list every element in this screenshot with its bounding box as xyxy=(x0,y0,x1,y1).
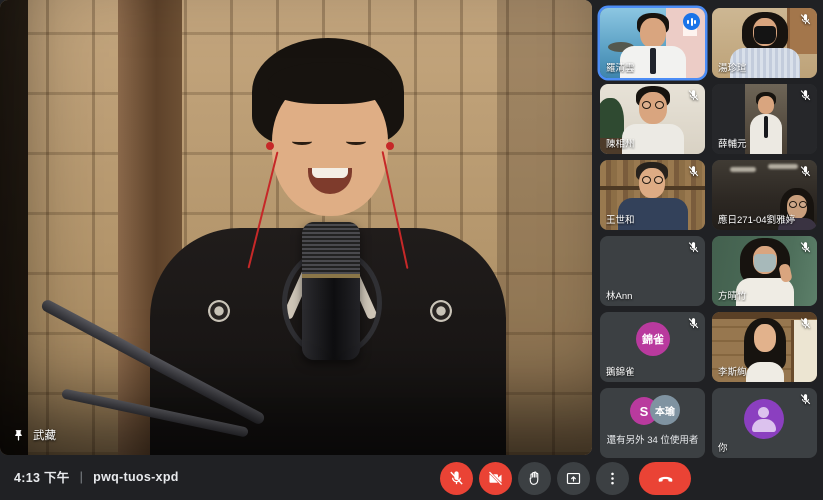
present-to-screen-icon xyxy=(565,470,582,487)
mic-off-icon xyxy=(799,89,812,102)
person-face xyxy=(758,96,774,114)
glasses xyxy=(654,176,663,184)
phone-hangup-icon xyxy=(657,470,674,487)
more-options-button[interactable] xyxy=(596,462,629,495)
camera-toggle-button[interactable] xyxy=(479,462,512,495)
avatar: 本瑜 xyxy=(650,395,680,425)
person-face xyxy=(754,324,776,352)
hang-up-button[interactable] xyxy=(639,462,691,495)
participant-name: 鵝錦雀 xyxy=(606,364,685,378)
hand-icon xyxy=(526,470,543,487)
participant-name: 陳相州 xyxy=(606,136,685,150)
person-face xyxy=(640,18,666,48)
clock-time: 4:13 下午 xyxy=(14,467,70,486)
silhouette-body xyxy=(752,419,776,432)
participant-tile-6[interactable]: 應日271-04劉雅婷 xyxy=(712,160,817,230)
mic-off-icon xyxy=(799,393,812,406)
mic-off-icon xyxy=(799,13,812,26)
person-tie xyxy=(764,116,768,138)
camera-off-icon xyxy=(487,470,504,487)
mic-off-icon xyxy=(687,241,700,254)
mic-toggle-button[interactable] xyxy=(440,462,473,495)
person-avatar-icon xyxy=(744,399,784,439)
mic-off-icon xyxy=(448,470,465,487)
pin-icon xyxy=(12,429,25,442)
vertical-dots-icon xyxy=(604,470,621,487)
participant-name: 林Ann xyxy=(606,288,685,302)
face-mask xyxy=(754,254,776,272)
participant-name: 你 xyxy=(718,440,797,454)
face-mask xyxy=(754,26,776,44)
present-screen-button[interactable] xyxy=(557,462,590,495)
glasses xyxy=(642,101,651,109)
participant-tile-2[interactable]: 湯珍瑄 xyxy=(712,8,817,78)
participant-tile-4[interactable]: 薛輔元 xyxy=(712,84,817,154)
participant-name: 方晴竹 xyxy=(718,288,797,302)
mic-off-icon xyxy=(799,165,812,178)
participant-tile-8[interactable]: 方晴竹 xyxy=(712,236,817,306)
participant-tile-5[interactable]: 王世和 xyxy=(600,160,705,230)
mic-off-icon xyxy=(687,317,700,330)
call-controls xyxy=(440,462,691,495)
participant-name: 李斯絢 xyxy=(718,364,797,378)
mic-off-icon xyxy=(687,165,700,178)
audio-level-icon xyxy=(683,13,700,30)
participant-name: 湯珍瑄 xyxy=(718,60,797,74)
participant-name: 薛輔元 xyxy=(718,136,797,150)
glasses xyxy=(799,201,807,208)
avatar: 錦雀 xyxy=(636,322,670,356)
meeting-code: pwq-tuos-xpd xyxy=(93,470,179,484)
participant-tile-1[interactable]: 羅清雲 xyxy=(600,8,705,78)
status-separator: | xyxy=(80,470,84,484)
glasses xyxy=(642,176,651,184)
participant-name: 王世和 xyxy=(606,212,685,226)
more-participants-caption: 還有另外 34 位使用者 xyxy=(600,432,705,446)
silhouette-head xyxy=(758,407,769,418)
mic-off-icon xyxy=(799,317,812,330)
mic-off-icon xyxy=(799,241,812,254)
participant-tile-7[interactable]: 林Ann xyxy=(600,236,705,306)
participant-tile-9[interactable]: 錦雀 鵝錦雀 xyxy=(600,312,705,382)
main-video-name-chip: 武藏 xyxy=(12,427,56,443)
more-participants-tile[interactable]: S 本瑜 還有另外 34 位使用者 xyxy=(600,388,705,458)
participant-name: 應日271-04劉雅婷 xyxy=(718,212,797,226)
scene-vignette xyxy=(0,0,592,455)
meet-window: { "app": { "kind": "video-conference" },… xyxy=(0,0,823,500)
main-video-tile[interactable]: 武藏 xyxy=(0,0,592,455)
scene-ceiling-light xyxy=(768,164,798,169)
scene-ceiling-light xyxy=(730,167,756,172)
participant-name: 羅清雲 xyxy=(606,60,685,74)
mic-off-icon xyxy=(687,89,700,102)
raise-hand-button[interactable] xyxy=(518,462,551,495)
participant-tile-3[interactable]: 陳相州 xyxy=(600,84,705,154)
participant-tile-10[interactable]: 李斯絢 xyxy=(712,312,817,382)
glasses xyxy=(789,201,797,208)
status-bar: 4:13 下午 | pwq-tuos-xpd xyxy=(14,467,179,486)
participants-grid: 羅清雲 湯珍瑄 陳相州 xyxy=(600,8,817,458)
main-video-name: 武藏 xyxy=(33,427,56,443)
self-tile[interactable]: 你 xyxy=(712,388,817,458)
glasses xyxy=(655,101,664,109)
